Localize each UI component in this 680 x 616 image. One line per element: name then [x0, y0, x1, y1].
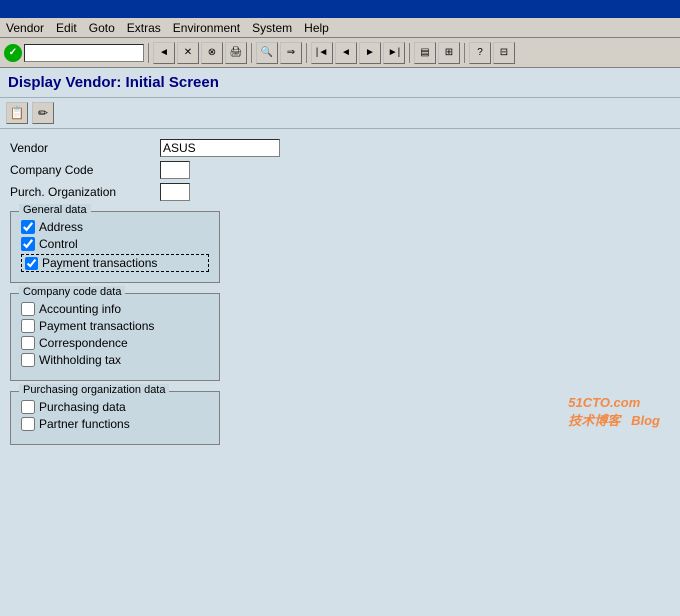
menu-environment[interactable]: Environment: [173, 21, 240, 35]
local-layout-btn[interactable]: ▤: [414, 42, 436, 64]
title-bar: [0, 0, 680, 18]
main-content: Vendor Company Code Purch. Organization …: [0, 129, 680, 459]
purchasing-data-row: Purchasing data: [21, 400, 209, 414]
menu-bar: Vendor Edit Goto Extras Environment Syst…: [0, 18, 680, 38]
change-btn[interactable]: ✏: [32, 102, 54, 124]
menu-system[interactable]: System: [252, 21, 292, 35]
accounting-info-row: Accounting info: [21, 302, 209, 316]
partner-functions-row: Partner functions: [21, 417, 209, 431]
secondary-toolbar: 📋 ✏: [0, 98, 680, 129]
prev-btn[interactable]: ◄: [335, 42, 357, 64]
control-row: Control: [21, 237, 209, 251]
accounting-info-checkbox[interactable]: [21, 302, 35, 316]
purchasing-org-section: Purchasing organization data Purchasing …: [10, 391, 220, 445]
separator-1: [148, 43, 149, 63]
find-btn[interactable]: 🔍: [256, 42, 278, 64]
first-btn[interactable]: |◄: [311, 42, 333, 64]
menu-goto[interactable]: Goto: [89, 21, 115, 35]
menu-edit[interactable]: Edit: [56, 21, 77, 35]
partner-functions-label: Partner functions: [39, 417, 130, 431]
accounting-info-label: Accounting info: [39, 302, 121, 316]
withholding-tax-label: Withholding tax: [39, 353, 121, 367]
payment-transactions-label-general: Payment transactions: [42, 256, 157, 270]
vendor-label: Vendor: [10, 141, 160, 155]
purch-org-row: Purch. Organization: [10, 183, 670, 201]
general-data-section: General data Address Control Payment tra…: [10, 211, 220, 283]
control-label: Control: [39, 237, 78, 251]
company-code-input[interactable]: [160, 161, 190, 179]
purchasing-org-title: Purchasing organization data: [19, 384, 169, 396]
purchasing-data-label: Purchasing data: [39, 400, 126, 414]
withholding-tax-row: Withholding tax: [21, 353, 209, 367]
print-btn[interactable]: 🖨: [225, 42, 247, 64]
correspondence-checkbox[interactable]: [21, 336, 35, 350]
menu-vendor[interactable]: Vendor: [6, 21, 44, 35]
company-code-section-title: Company code data: [19, 286, 125, 298]
purch-org-input[interactable]: [160, 183, 190, 201]
vendor-input[interactable]: [160, 139, 280, 157]
exit-btn[interactable]: ✕: [177, 42, 199, 64]
control-checkbox[interactable]: [21, 237, 35, 251]
separator-2: [251, 43, 252, 63]
correspondence-row: Correspondence: [21, 336, 209, 350]
help-btn[interactable]: ?: [469, 42, 491, 64]
next-btn[interactable]: ►: [359, 42, 381, 64]
menu-help[interactable]: Help: [304, 21, 329, 35]
ok-icon[interactable]: ✓: [4, 44, 22, 62]
page-title: Display Vendor: Initial Screen: [8, 74, 219, 91]
withholding-tax-checkbox[interactable]: [21, 353, 35, 367]
company-code-label: Company Code: [10, 163, 160, 177]
page-title-bar: Display Vendor: Initial Screen: [0, 68, 680, 98]
separator-5: [464, 43, 465, 63]
payment-transactions-label-cc: Payment transactions: [39, 319, 154, 333]
display-btn[interactable]: 📋: [6, 102, 28, 124]
customize-btn[interactable]: ⊟: [493, 42, 515, 64]
cancel-btn[interactable]: ⊗: [201, 42, 223, 64]
menu-extras[interactable]: Extras: [127, 21, 161, 35]
address-row: Address: [21, 220, 209, 234]
last-btn[interactable]: ►|: [383, 42, 405, 64]
payment-transactions-cc-row: Payment transactions: [21, 319, 209, 333]
payment-transactions-highlight: Payment transactions: [21, 254, 209, 272]
address-label: Address: [39, 220, 83, 234]
back-btn[interactable]: ◄: [153, 42, 175, 64]
payment-transactions-checkbox-general[interactable]: [25, 257, 38, 270]
settings-btn[interactable]: ⊞: [438, 42, 460, 64]
company-code-row: Company Code: [10, 161, 670, 179]
purch-org-label: Purch. Organization: [10, 185, 160, 199]
find-next-btn[interactable]: ⇒: [280, 42, 302, 64]
vendor-row: Vendor: [10, 139, 670, 157]
partner-functions-checkbox[interactable]: [21, 417, 35, 431]
company-code-section: Company code data Accounting info Paymen…: [10, 293, 220, 381]
separator-3: [306, 43, 307, 63]
purchasing-data-checkbox[interactable]: [21, 400, 35, 414]
payment-transactions-checkbox-cc[interactable]: [21, 319, 35, 333]
command-input[interactable]: [24, 44, 144, 62]
separator-4: [409, 43, 410, 63]
general-data-title: General data: [19, 204, 91, 216]
address-checkbox[interactable]: [21, 220, 35, 234]
correspondence-label: Correspondence: [39, 336, 128, 350]
toolbar: ✓ ◄ ✕ ⊗ 🖨 🔍 ⇒ |◄ ◄ ► ►| ▤ ⊞ ? ⊟: [0, 38, 680, 68]
